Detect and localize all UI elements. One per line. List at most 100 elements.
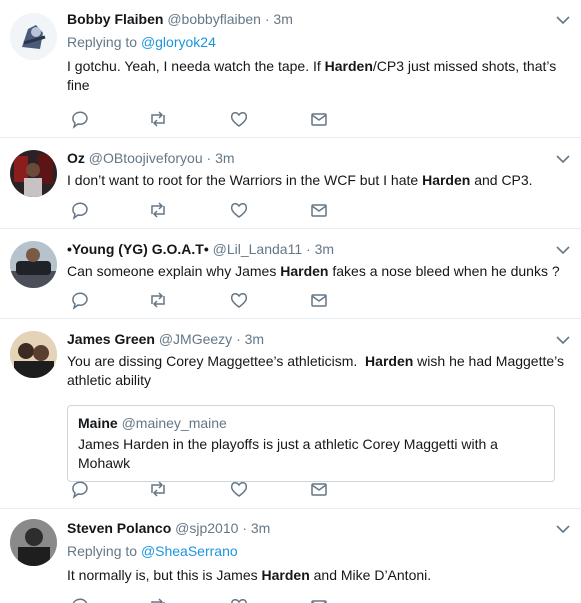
envelope-icon[interactable] — [309, 290, 329, 310]
retweet-icon[interactable] — [148, 479, 168, 499]
timestamp[interactable]: 3m — [251, 520, 270, 536]
tweet-actions — [70, 479, 330, 499]
avatar[interactable] — [10, 241, 57, 288]
envelope-icon[interactable] — [309, 109, 329, 129]
avatar[interactable] — [10, 150, 57, 197]
heart-icon[interactable] — [229, 290, 249, 310]
tweet-actions — [70, 290, 330, 310]
text-part: It normally is, but this is James — [67, 567, 262, 583]
tweet-actions — [70, 200, 330, 220]
avatar[interactable] — [10, 331, 57, 378]
chevron-down-icon[interactable] — [555, 242, 571, 258]
heart-icon[interactable] — [229, 479, 249, 499]
separator-dot: · — [264, 11, 270, 27]
username[interactable]: @Lil_Landa11 — [213, 241, 302, 257]
retweet-icon[interactable] — [148, 290, 168, 310]
replying-to: Replying to @SheaSerrano — [67, 542, 571, 561]
quoted-tweet[interactable]: Maine @mainey_maine James Harden in the … — [67, 405, 555, 482]
avatar-image — [10, 519, 57, 566]
tweet-text: I gotchu. Yeah, I needa watch the tape. … — [67, 57, 571, 95]
tweet-header: Steven Polanco @sjp2010 · 3m — [67, 519, 571, 538]
display-name[interactable]: Oz — [67, 150, 85, 166]
display-name[interactable]: Bobby Flaiben — [67, 11, 163, 27]
text-highlight: Harden — [365, 353, 414, 369]
username[interactable]: @bobbyflaiben — [167, 11, 261, 27]
display-name[interactable]: •Young (YG) G.O.A.T• — [67, 241, 209, 257]
envelope-icon[interactable] — [309, 596, 329, 603]
text-highlight: Harden — [422, 172, 471, 188]
tweet-text: It normally is, but this is James Harden… — [67, 566, 571, 585]
avatar-image — [10, 241, 57, 288]
replying-to-label: Replying to — [67, 34, 138, 50]
tweet-feed: Bobby Flaiben @bobbyflaiben · 3m Replyin… — [0, 0, 581, 603]
tweet-text: You are dissing Corey Maggettee’s athlet… — [67, 352, 571, 390]
timestamp[interactable]: 3m — [273, 11, 292, 27]
chevron-down-icon[interactable] — [555, 332, 571, 348]
display-name[interactable]: James Green — [67, 331, 155, 347]
replying-to-link[interactable]: @gloryok24 — [141, 34, 216, 50]
text-part: I gotchu. Yeah, I needa watch the tape. … — [67, 58, 325, 74]
text-part: and CP3. — [470, 172, 533, 188]
tweet-text: I don’t want to root for the Warriors in… — [67, 171, 571, 190]
chevron-down-icon[interactable] — [555, 521, 571, 537]
tweet[interactable]: James Green @JMGeezy · 3m You are dissin… — [0, 319, 581, 509]
retweet-icon[interactable] — [148, 109, 168, 129]
heart-icon[interactable] — [229, 200, 249, 220]
avatar-image — [10, 331, 57, 378]
separator-dot: · — [236, 331, 241, 347]
tweet[interactable]: •Young (YG) G.O.A.T• @Lil_Landa11 · 3m C… — [0, 229, 581, 319]
tweet-header: •Young (YG) G.O.A.T• @Lil_Landa11 · 3m — [67, 240, 571, 259]
username[interactable]: @sjp2010 — [175, 520, 238, 536]
reply-icon[interactable] — [70, 109, 90, 129]
timestamp[interactable]: 3m — [245, 331, 264, 347]
reply-icon[interactable] — [70, 479, 90, 499]
tweet-header: Oz @OBtoojiveforyou · 3m — [67, 149, 571, 168]
envelope-icon[interactable] — [309, 200, 329, 220]
username[interactable]: @JMGeezy — [159, 331, 232, 347]
text-part: Can someone explain why James — [67, 263, 281, 279]
quoted-username: @mainey_maine — [121, 415, 227, 431]
timestamp[interactable]: 3m — [315, 241, 334, 257]
reply-icon[interactable] — [70, 596, 90, 603]
timestamp[interactable]: 3m — [215, 150, 234, 166]
chevron-down-icon[interactable] — [555, 12, 571, 28]
tweet-actions — [70, 596, 330, 603]
tweet-header: James Green @JMGeezy · 3m — [67, 330, 571, 349]
replying-to-label: Replying to — [67, 543, 138, 559]
display-name[interactable]: Steven Polanco — [67, 520, 171, 536]
reply-icon[interactable] — [70, 200, 90, 220]
text-part: and Mike D’Antoni. — [309, 567, 432, 583]
separator-dot: · — [206, 150, 212, 166]
envelope-icon[interactable] — [309, 479, 329, 499]
tweet-text: Can someone explain why James Harden fak… — [67, 262, 571, 281]
heart-icon[interactable] — [229, 596, 249, 603]
tweet-header: Bobby Flaiben @bobbyflaiben · 3m — [67, 10, 571, 29]
tweet[interactable]: Bobby Flaiben @bobbyflaiben · 3m Replyin… — [0, 0, 581, 138]
retweet-icon[interactable] — [148, 200, 168, 220]
quoted-display-name: Maine — [78, 415, 118, 431]
avatar-image — [10, 150, 57, 197]
text-part: fakes a nose bleed when he dunks ? — [328, 263, 560, 279]
text-highlight: Harden — [324, 58, 373, 74]
separator-dot: · — [306, 241, 311, 257]
text-part: I don’t want to root for the Warriors in… — [67, 172, 423, 188]
quoted-tweet-header: Maine @mainey_maine — [78, 414, 544, 433]
text-part: You are dissing Corey Maggettee’s athlet… — [67, 353, 366, 369]
tweet[interactable]: Steven Polanco @sjp2010 · 3m Replying to… — [0, 509, 581, 603]
quoted-tweet-text: James Harden in the playoffs is just a a… — [78, 436, 498, 471]
text-highlight: Harden — [280, 263, 329, 279]
avatar-image — [10, 13, 57, 60]
tweet[interactable]: Oz @OBtoojiveforyou · 3m I don’t want to… — [0, 138, 581, 229]
replying-to: Replying to @gloryok24 — [67, 33, 571, 52]
replying-to-link[interactable]: @SheaSerrano — [141, 543, 238, 559]
reply-icon[interactable] — [70, 290, 90, 310]
username[interactable]: @OBtoojiveforyou — [89, 150, 203, 166]
chevron-down-icon[interactable] — [555, 151, 571, 167]
heart-icon[interactable] — [229, 109, 249, 129]
separator-dot: · — [242, 520, 247, 536]
retweet-icon[interactable] — [148, 596, 168, 603]
avatar[interactable] — [10, 13, 57, 60]
avatar[interactable] — [10, 519, 57, 566]
tweet-actions — [70, 109, 330, 129]
text-highlight: Harden — [261, 567, 310, 583]
